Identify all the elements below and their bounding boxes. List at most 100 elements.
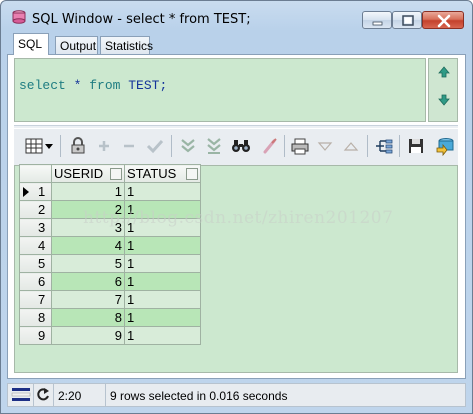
column-menu-button[interactable] <box>186 168 198 180</box>
row-number: 9 <box>38 328 46 343</box>
cell-status[interactable]: 1 <box>124 272 201 291</box>
delete-record-button[interactable] <box>118 135 140 157</box>
grid-header-row: USERID STATUS <box>19 164 201 183</box>
lock-button[interactable] <box>67 135 89 157</box>
query-button[interactable] <box>434 135 456 157</box>
table-row[interactable]: 4 4 1 <box>19 236 201 255</box>
last-page-button[interactable] <box>203 135 225 157</box>
table-row[interactable]: 5 5 1 <box>19 254 201 273</box>
sql-star: * <box>65 78 90 93</box>
sort-ascending-button[interactable] <box>340 135 362 157</box>
add-record-button[interactable] <box>93 135 115 157</box>
delete-record-icon <box>124 144 134 148</box>
row-number-cell[interactable]: 6 <box>19 272 52 291</box>
cell-status[interactable]: 1 <box>124 182 201 201</box>
row-number-cell[interactable]: 9 <box>19 326 52 345</box>
statement-navigation-panel <box>428 58 458 122</box>
cell-status[interactable]: 1 <box>124 290 201 309</box>
sort-desc-icon <box>317 142 333 151</box>
grid-layout-icon <box>25 138 43 154</box>
status-message: 9 rows selected in 0.016 seconds <box>110 389 288 403</box>
clear-filter-icon <box>263 138 277 154</box>
table-row[interactable]: 8 8 1 <box>19 308 201 327</box>
next-statement-icon[interactable] <box>438 94 450 106</box>
row-number: 5 <box>38 256 46 271</box>
tab-sql-label: SQL <box>18 37 43 51</box>
splitter[interactable] <box>14 125 458 128</box>
cell-status[interactable]: 1 <box>124 326 201 345</box>
column-header-userid[interactable]: USERID <box>51 164 125 183</box>
table-row[interactable]: 1 1 1 <box>19 182 201 201</box>
cell-userid[interactable]: 8 <box>51 308 125 327</box>
grid-layout-button[interactable] <box>23 135 45 157</box>
toolbar-separator <box>60 135 61 157</box>
status-indicator-cell <box>8 384 34 406</box>
cell-userid[interactable]: 5 <box>51 254 125 273</box>
cell-userid[interactable]: 7 <box>51 290 125 309</box>
toolbar-separator <box>284 135 285 157</box>
grid-options-dropdown[interactable] <box>43 135 55 157</box>
minimize-icon <box>372 21 383 26</box>
column-header-label: STATUS <box>127 166 177 181</box>
title-bar[interactable]: SQL Window - select * from TEST; <box>1 1 472 31</box>
next-page-button[interactable] <box>177 135 199 157</box>
column-header-status[interactable]: STATUS <box>124 164 201 183</box>
row-number: 2 <box>38 202 46 217</box>
save-button[interactable] <box>405 135 427 157</box>
sort-asc-icon <box>343 142 359 151</box>
cell-userid[interactable]: 6 <box>51 272 125 291</box>
tab-sql[interactable]: SQL <box>13 33 49 55</box>
row-number-header <box>19 164 52 183</box>
toolbar-separator <box>171 135 172 157</box>
refresh-cell[interactable] <box>34 384 54 406</box>
row-number: 4 <box>38 238 46 253</box>
query-icon <box>436 138 454 156</box>
minimize-button[interactable] <box>362 11 392 29</box>
row-number-cell[interactable]: 8 <box>19 308 52 327</box>
sql-keyword-select: select <box>19 78 66 93</box>
cell-status[interactable]: 1 <box>124 254 201 273</box>
current-row-marker-icon <box>23 187 29 197</box>
status-message-cell: 9 rows selected in 0.016 seconds <box>106 384 465 406</box>
dropdown-arrow-icon <box>45 144 53 149</box>
export-button[interactable] <box>373 135 395 157</box>
cell-userid[interactable]: 4 <box>51 236 125 255</box>
sql-keyword-from: from <box>89 78 121 93</box>
tab-statistics[interactable]: Statistics <box>100 36 153 54</box>
row-number-cell[interactable]: 4 <box>19 236 52 255</box>
row-number-cell[interactable]: 3 <box>19 218 52 237</box>
add-record-icon <box>99 141 109 151</box>
close-button[interactable] <box>422 11 464 29</box>
cell-status[interactable]: 1 <box>124 308 201 327</box>
cell-userid[interactable]: 1 <box>51 182 125 201</box>
row-number: 3 <box>38 220 46 235</box>
row-number-cell[interactable]: 2 <box>19 200 52 219</box>
tab-output-label: Output <box>60 39 97 53</box>
table-row[interactable]: 7 7 1 <box>19 290 201 309</box>
post-changes-button[interactable] <box>144 135 166 157</box>
row-number-cell[interactable]: 7 <box>19 290 52 309</box>
last-page-icon <box>207 138 221 154</box>
toolbar-separator <box>367 135 368 157</box>
print-button[interactable] <box>289 135 311 157</box>
sql-table-name: TEST; <box>120 78 168 93</box>
sort-descending-button[interactable] <box>314 135 336 157</box>
previous-statement-icon[interactable] <box>438 66 450 78</box>
table-row[interactable]: 6 6 1 <box>19 272 201 291</box>
tab-output[interactable]: Output <box>55 36 98 54</box>
find-button[interactable] <box>230 135 252 157</box>
clear-filter-button[interactable] <box>259 135 281 157</box>
row-number-cell[interactable]: 5 <box>19 254 52 273</box>
row-number-cell[interactable]: 1 <box>19 182 52 201</box>
cell-userid[interactable]: 9 <box>51 326 125 345</box>
sql-editor[interactable]: select * from TEST; <box>14 58 426 122</box>
lock-icon <box>71 137 85 154</box>
sql-statement: select * from TEST; <box>19 78 167 93</box>
toolbar-separator <box>399 135 400 157</box>
maximize-button[interactable] <box>392 11 422 29</box>
table-row[interactable]: 9 9 1 <box>19 326 201 345</box>
column-menu-button[interactable] <box>110 168 122 180</box>
cell-status[interactable]: 1 <box>124 236 201 255</box>
row-number: 6 <box>38 274 46 289</box>
sql-window: SQL Window - select * from TEST; SQL Out… <box>0 0 473 414</box>
